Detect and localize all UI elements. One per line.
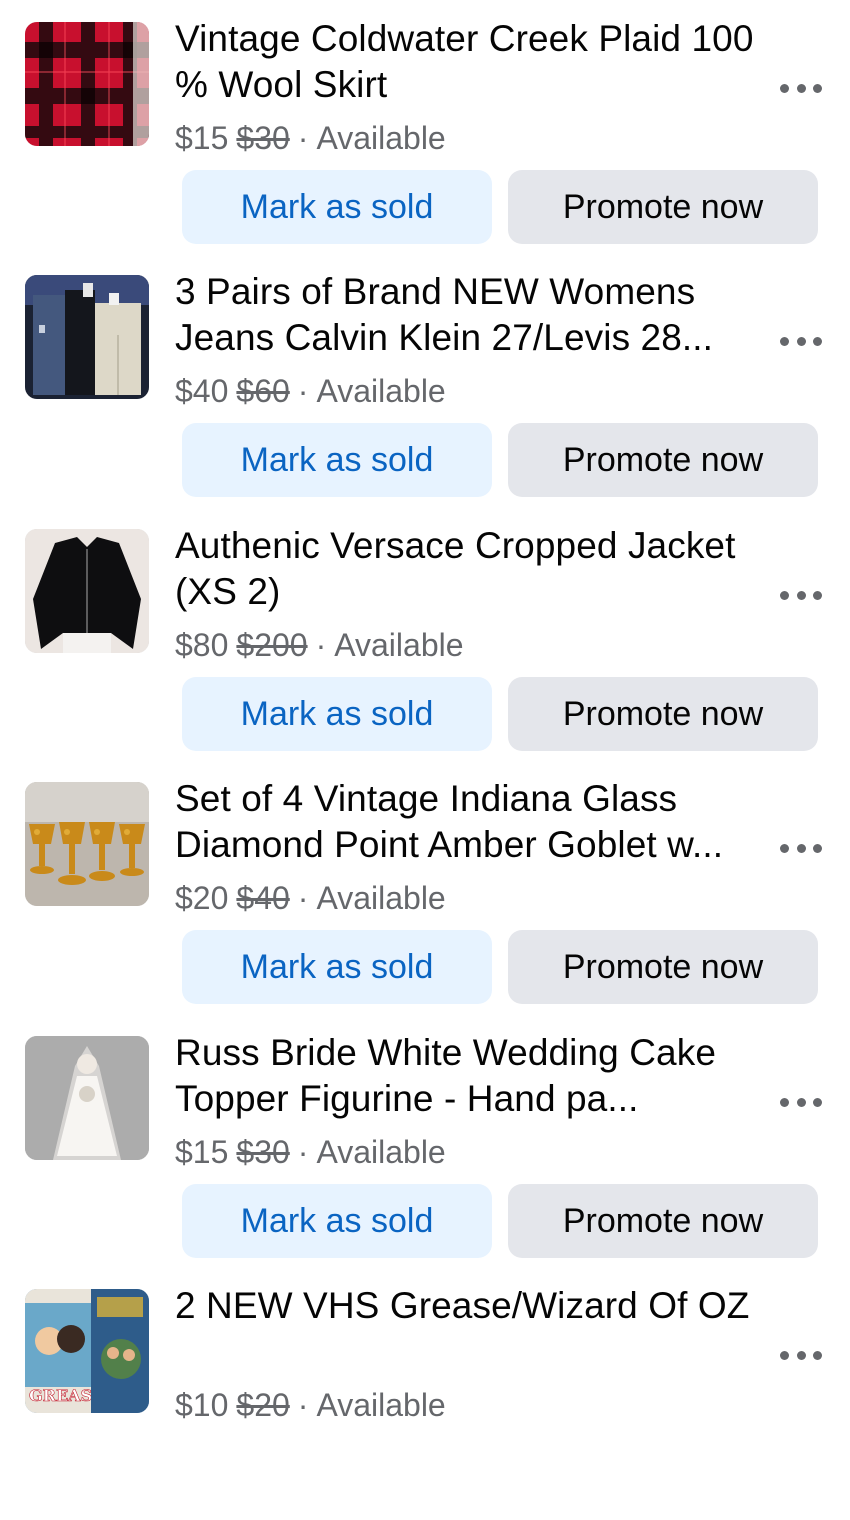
mark-as-sold-button[interactable]: Mark as sold: [182, 677, 492, 751]
listing-title[interactable]: Vintage Coldwater Creek Plaid 100 % Wool…: [175, 16, 765, 108]
separator-dot: ·: [297, 1387, 309, 1423]
black-jacket-image: [25, 529, 149, 653]
listing-thumbnail[interactable]: [25, 1036, 149, 1160]
separator-dot: ·: [297, 880, 309, 916]
listing-title[interactable]: Russ Bride White Wedding Cake Topper Fig…: [175, 1030, 765, 1122]
listing-status: Available: [316, 1134, 446, 1170]
listing-original-price: $200: [236, 627, 308, 663]
listing-status: Available: [316, 1387, 446, 1423]
amber-goblets-image: [25, 782, 149, 906]
listing-price-line: $80 $200 · Available: [175, 625, 464, 665]
listing-price: $80: [175, 627, 229, 663]
mark-as-sold-button[interactable]: Mark as sold: [182, 423, 492, 497]
promote-now-button[interactable]: Promote now: [508, 170, 818, 244]
listing-item[interactable]: Vintage Coldwater Creek Plaid 100 % Wool…: [0, 0, 850, 253]
listing-thumbnail[interactable]: [25, 782, 149, 906]
listing-item[interactable]: Russ Bride White Wedding Cake Topper Fig…: [0, 1014, 850, 1267]
promote-now-button[interactable]: Promote now: [508, 677, 818, 751]
listing-price: $15: [175, 1134, 229, 1170]
bride-figurine-image: [25, 1036, 149, 1160]
listing-item[interactable]: GREASE 2 NEW VHS Grease/Wizard Of OZ $10…: [0, 1267, 850, 1520]
more-options-icon[interactable]: [780, 838, 822, 858]
listing-original-price: $30: [236, 1134, 290, 1170]
promote-now-button[interactable]: Promote now: [508, 930, 818, 1004]
listing-price: $10: [175, 1387, 229, 1423]
listing-status: Available: [316, 880, 446, 916]
listing-thumbnail[interactable]: [25, 275, 149, 399]
more-options-icon[interactable]: [780, 1092, 822, 1112]
jeans-image: [25, 275, 149, 399]
listing-thumbnail[interactable]: [25, 22, 149, 146]
mark-as-sold-button[interactable]: Mark as sold: [182, 930, 492, 1004]
listing-original-price: $20: [236, 1387, 290, 1423]
listing-title[interactable]: 2 NEW VHS Grease/Wizard Of OZ: [175, 1283, 765, 1329]
listing-price-line: $20 $40 · Available: [175, 878, 446, 918]
listing-original-price: $40: [236, 880, 290, 916]
mark-as-sold-button[interactable]: Mark as sold: [182, 1184, 492, 1258]
separator-dot: ·: [297, 120, 309, 156]
listing-status: Available: [316, 373, 446, 409]
listing-thumbnail[interactable]: [25, 529, 149, 653]
promote-now-button[interactable]: Promote now: [508, 1184, 818, 1258]
listing-price: $40: [175, 373, 229, 409]
more-options-icon[interactable]: [780, 1345, 822, 1365]
listing-price-line: $10 $20 · Available: [175, 1385, 446, 1425]
vhs-tapes-image: GREASE: [25, 1289, 149, 1413]
promote-now-button[interactable]: Promote now: [508, 423, 818, 497]
plaid-skirt-image: [25, 22, 149, 146]
separator-dot: ·: [315, 627, 327, 663]
listing-price-line: $15 $30 · Available: [175, 118, 446, 158]
listing-price: $20: [175, 880, 229, 916]
listing-item[interactable]: Set of 4 Vintage Indiana Glass Diamond P…: [0, 760, 850, 1013]
listing-title[interactable]: 3 Pairs of Brand NEW Womens Jeans Calvin…: [175, 269, 765, 361]
listing-status: Available: [334, 627, 464, 663]
more-options-icon[interactable]: [780, 331, 822, 351]
mark-as-sold-button[interactable]: Mark as sold: [182, 170, 492, 244]
listing-price-line: $15 $30 · Available: [175, 1132, 446, 1172]
listing-status: Available: [316, 120, 446, 156]
listing-item[interactable]: Authenic Versace Cropped Jacket (XS 2) $…: [0, 507, 850, 760]
listing-price-line: $40 $60 · Available: [175, 371, 446, 411]
listing-item[interactable]: 3 Pairs of Brand NEW Womens Jeans Calvin…: [0, 253, 850, 506]
listing-title[interactable]: Set of 4 Vintage Indiana Glass Diamond P…: [175, 776, 765, 868]
listing-price: $15: [175, 120, 229, 156]
listing-original-price: $60: [236, 373, 290, 409]
more-options-icon[interactable]: [780, 78, 822, 98]
separator-dot: ·: [297, 1134, 309, 1170]
separator-dot: ·: [297, 373, 309, 409]
listing-original-price: $30: [236, 120, 290, 156]
listing-thumbnail[interactable]: GREASE: [25, 1289, 149, 1413]
more-options-icon[interactable]: [780, 585, 822, 605]
listing-title[interactable]: Authenic Versace Cropped Jacket (XS 2): [175, 523, 765, 615]
